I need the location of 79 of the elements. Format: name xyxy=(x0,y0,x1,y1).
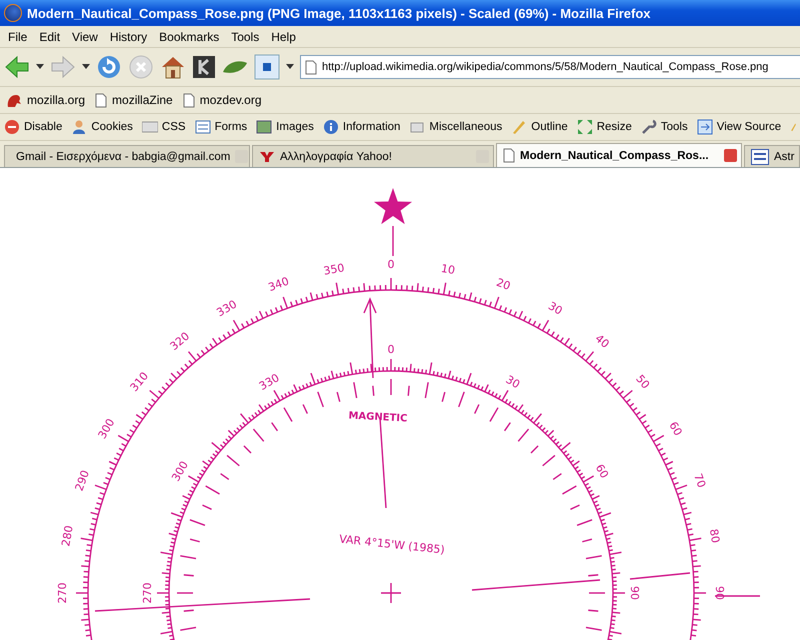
compass-label: 280 xyxy=(59,524,76,548)
compass-label: 270 xyxy=(141,582,154,604)
compass-label: 10 xyxy=(440,262,456,278)
compass-label: 20 xyxy=(494,276,512,293)
stop-icon[interactable] xyxy=(128,54,154,80)
menu-item[interactable]: History xyxy=(104,30,154,44)
leaf-icon[interactable] xyxy=(222,59,248,75)
toolbar-menu-button[interactable]: Disable xyxy=(24,121,62,133)
browser-tab[interactable]: Astr xyxy=(744,145,800,167)
compass-label: 0 xyxy=(388,343,394,356)
compass-label: 30 xyxy=(503,373,522,392)
page-icon xyxy=(305,60,317,74)
dropdown-caret-icon[interactable] xyxy=(286,64,294,70)
toolbar-menu-button[interactable]: Outline xyxy=(531,121,568,133)
picture-icon xyxy=(256,119,272,135)
square-icon[interactable] xyxy=(254,54,280,80)
compass-label: 340 xyxy=(266,274,291,294)
menu-item[interactable]: Bookmarks xyxy=(153,30,226,44)
toolbar-menu-button[interactable]: Tools xyxy=(660,121,688,133)
menu-item[interactable]: File xyxy=(2,30,34,44)
form-icon xyxy=(194,119,211,135)
bookmark-link[interactable]: mozillaZine xyxy=(112,93,173,107)
firefox-logo-icon xyxy=(4,4,22,22)
compass-label: 330 xyxy=(256,371,282,393)
reload-icon[interactable] xyxy=(96,54,122,80)
toolbar-menu-button[interactable]: CSS xyxy=(162,121,186,133)
window-title: Modern_Nautical_Compass_Rose.png (PNG Image, 1103x1163 pixels) - Scaled (69%) - Mozilla Firefox xyxy=(27,6,650,20)
toolbar-menu-button[interactable]: Resize xyxy=(596,121,632,133)
compass-label: 290 xyxy=(72,468,92,493)
browser-tab[interactable]: Αλληλογραφία Yahoo! xyxy=(252,145,494,167)
page-icon xyxy=(182,92,195,108)
no-entry-icon xyxy=(4,119,20,135)
address-field[interactable]: http://upload.wikimedia.org/wikipedia/commons/5/58/Modern_Nautical_Compass_Rose.png xyxy=(300,55,800,79)
compass-label: 90 xyxy=(628,586,641,600)
compass-label: 50 xyxy=(633,372,652,392)
person-icon xyxy=(71,119,88,135)
compass-label: 60 xyxy=(666,419,685,438)
toolbar-menu-button[interactable]: View Source xyxy=(716,121,782,133)
info-icon xyxy=(322,119,339,135)
forward-arrow-icon[interactable] xyxy=(50,55,76,79)
yahoo-y-icon xyxy=(259,150,275,162)
page-icon xyxy=(503,148,515,163)
k-logo-icon[interactable] xyxy=(192,55,216,79)
compass-label: 320 xyxy=(168,330,192,354)
compass-label: 80 xyxy=(706,528,722,544)
toolbar-menu-button[interactable]: Forms xyxy=(214,121,248,133)
wrench-icon xyxy=(640,119,657,135)
toolbar-menu-button[interactable]: Miscellaneous xyxy=(429,121,502,133)
compass-label: 70 xyxy=(691,472,708,490)
dropdown-caret-icon[interactable] xyxy=(82,64,90,70)
bookmark-link[interactable]: mozdev.org xyxy=(200,93,262,107)
menu-item[interactable]: Help xyxy=(265,30,302,44)
dropdown-caret-icon[interactable] xyxy=(36,64,44,70)
browser-tab[interactable]: Gmail - Εισερχόμενα - babgia@gmail.com xyxy=(4,145,250,167)
page-icon xyxy=(95,92,108,108)
brush-icon xyxy=(511,119,528,135)
compass-label: 270 xyxy=(56,582,69,604)
compass-label: 330 xyxy=(214,298,240,320)
compass-label: 0 xyxy=(388,258,394,271)
menu-item[interactable]: Edit xyxy=(33,30,66,44)
magnetic-label: MAGNETIC xyxy=(348,410,408,425)
toolbar-menu-button[interactable]: Images xyxy=(276,121,314,133)
menu-item[interactable]: Tools xyxy=(225,30,266,44)
source-page-icon xyxy=(696,119,713,135)
bookmark-link[interactable]: mozilla.org xyxy=(27,93,86,107)
dinosaur-icon xyxy=(6,92,22,108)
compass-label: 30 xyxy=(546,299,565,318)
astro-logo-icon xyxy=(751,148,769,164)
toolbar-menu-button[interactable]: Information xyxy=(342,121,400,133)
compass-label: 40 xyxy=(592,332,612,351)
browser-tab[interactable]: Modern_Nautical_Compass_Ros... xyxy=(496,143,742,167)
home-icon[interactable] xyxy=(160,54,186,80)
compass-label: 350 xyxy=(322,261,346,278)
compass-label: 60 xyxy=(592,462,611,481)
back-arrow-icon[interactable] xyxy=(4,55,30,79)
toolbar-menu-button[interactable]: Cookies xyxy=(91,121,133,133)
resize-arrows-icon xyxy=(576,119,593,135)
menu-item[interactable]: View xyxy=(66,30,104,44)
variation-label: VAR 4°15'W (1985) xyxy=(338,532,446,556)
